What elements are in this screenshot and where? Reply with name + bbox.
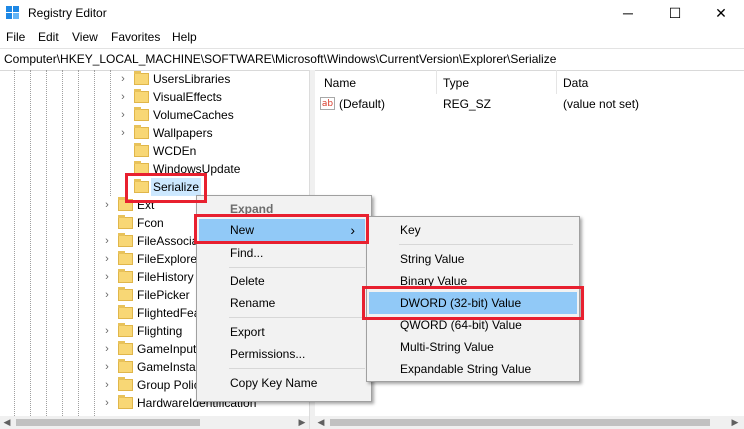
tree-item-label: FileAssocia (137, 234, 199, 248)
tree-item-label: Group Polic (137, 378, 200, 392)
chevron-right-icon[interactable]: › (102, 196, 112, 214)
registry-editor-icon (6, 6, 19, 19)
value-name: (Default) (339, 97, 386, 111)
tree-item-volumecaches[interactable]: › VolumeCaches (0, 106, 309, 124)
tree-item-label: WCDEn (153, 144, 197, 158)
chevron-right-icon[interactable]: › (102, 286, 112, 304)
tree-item-visualeffects[interactable]: › VisualEffects (0, 88, 309, 106)
context-menu-find[interactable]: Find... (199, 242, 369, 264)
folder-icon (118, 377, 133, 391)
scrollbar-thumb[interactable] (16, 419, 200, 426)
folder-icon (118, 269, 133, 283)
annotation-highlight-new (194, 214, 369, 244)
submenu-string-value[interactable]: String Value (369, 248, 577, 270)
column-header-data[interactable]: Data (563, 76, 588, 90)
submenu-key[interactable]: Key (369, 219, 577, 241)
close-button[interactable]: ✕ (698, 0, 744, 27)
column-header-name[interactable]: Name (324, 76, 356, 90)
chevron-right-icon[interactable]: › (102, 358, 112, 376)
address-bar[interactable]: Computer\HKEY_LOCAL_MACHINE\SOFTWARE\Mic… (0, 48, 744, 71)
folder-icon (118, 287, 133, 301)
folder-icon (118, 341, 133, 355)
tree-horizontal-scrollbar[interactable]: ◀ ▶ (0, 416, 309, 429)
menu-help[interactable]: Help (172, 30, 197, 44)
scroll-left-icon[interactable]: ◀ (0, 416, 14, 429)
tree-item-label: UsersLibraries (153, 72, 231, 86)
table-row[interactable]: ab (Default) REG_SZ (value not set) (314, 94, 744, 114)
folder-icon (118, 233, 133, 247)
column-header-type[interactable]: Type (443, 76, 469, 90)
context-menu-permissions[interactable]: Permissions... (199, 343, 369, 365)
tree-item-label: GameInput (137, 342, 197, 356)
tree-item-label: Fcon (137, 216, 164, 230)
folder-icon (118, 359, 133, 373)
tree-item-wallpapers[interactable]: › Wallpapers (0, 124, 309, 142)
context-menu-export[interactable]: Export (199, 321, 369, 343)
folder-icon (118, 395, 133, 409)
chevron-right-icon[interactable]: › (102, 394, 112, 412)
folder-icon (134, 125, 149, 139)
chevron-right-icon[interactable]: › (118, 70, 128, 88)
scroll-right-icon[interactable]: ▶ (728, 416, 742, 429)
chevron-right-icon[interactable]: › (118, 88, 128, 106)
scroll-right-icon[interactable]: ▶ (295, 416, 309, 429)
menu-separator (399, 244, 573, 245)
chevron-right-icon[interactable]: › (102, 322, 112, 340)
tree-item-label: VisualEffects (153, 90, 222, 104)
chevron-right-icon[interactable]: › (118, 106, 128, 124)
annotation-highlight-dword (362, 286, 584, 320)
menu-separator (229, 368, 365, 369)
menu-view[interactable]: View (72, 30, 98, 44)
scrollbar-thumb[interactable] (330, 419, 710, 426)
column-divider[interactable] (556, 70, 557, 94)
address-path[interactable]: Computer\HKEY_LOCAL_MACHINE\SOFTWARE\Mic… (4, 52, 556, 66)
folder-icon (134, 71, 149, 85)
folder-icon (118, 251, 133, 265)
tree-item-label: FileExplore (137, 252, 198, 266)
menu-edit[interactable]: Edit (38, 30, 59, 44)
tree-item-label: FileHistory (137, 270, 194, 284)
chevron-right-icon[interactable]: › (118, 124, 128, 142)
folder-icon (118, 323, 133, 337)
context-menu-delete[interactable]: Delete (199, 270, 369, 292)
chevron-right-icon[interactable]: › (102, 376, 112, 394)
menu-favorites[interactable]: Favorites (111, 30, 160, 44)
menu-bar: File Edit View Favorites Help (0, 27, 744, 47)
submenu-multi-string-value[interactable]: Multi-String Value (369, 336, 577, 358)
column-divider[interactable] (436, 70, 437, 94)
tree-item-label: VolumeCaches (153, 108, 234, 122)
tree-item-label: GameInstal (137, 360, 199, 374)
submenu-expandable-string-value[interactable]: Expandable String Value (369, 358, 577, 380)
string-value-icon: ab (320, 97, 335, 110)
menu-separator (229, 267, 365, 268)
folder-icon (118, 215, 133, 229)
chevron-right-icon[interactable]: › (102, 232, 112, 250)
minimize-button[interactable]: ─ (605, 0, 651, 27)
context-menu-rename[interactable]: Rename (199, 292, 369, 314)
window-title: Registry Editor (28, 6, 107, 20)
tree-item-wcden[interactable]: WCDEn (0, 142, 309, 160)
chevron-right-icon[interactable]: › (102, 340, 112, 358)
chevron-right-icon[interactable]: › (102, 250, 112, 268)
tree-item-label: Wallpapers (153, 126, 213, 140)
folder-icon (118, 305, 133, 319)
value-data: (value not set) (563, 97, 640, 111)
menu-separator (229, 317, 365, 318)
context-menu-copy-key-name[interactable]: Copy Key Name (199, 372, 369, 394)
menu-file[interactable]: File (6, 30, 25, 44)
scroll-left-icon[interactable]: ◀ (314, 416, 328, 429)
tree-item-label: Flighting (137, 324, 183, 338)
maximize-button[interactable]: ☐ (652, 0, 698, 27)
value-type: REG_SZ (443, 97, 492, 111)
tree-item-label: FlightedFea (137, 306, 201, 320)
folder-icon (134, 143, 149, 157)
folder-icon (134, 89, 149, 103)
chevron-right-icon[interactable]: › (102, 268, 112, 286)
title-bar: Registry Editor ─ ☐ ✕ (0, 0, 744, 27)
list-horizontal-scrollbar[interactable]: ◀ ▶ (314, 416, 744, 429)
folder-icon (134, 107, 149, 121)
tree-item-label: FilePicker (137, 288, 190, 302)
tree-item-userslibraries[interactable]: › UsersLibraries (0, 70, 309, 88)
annotation-highlight-serialize (125, 173, 207, 203)
